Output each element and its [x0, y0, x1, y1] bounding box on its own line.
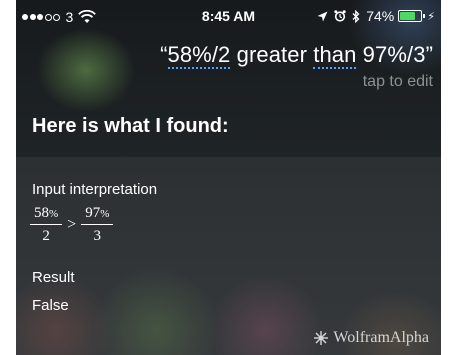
status-right: 74% ⚡: [317, 8, 435, 24]
siri-screen: 3 8:45 AM 74% ⚡ “58%/2 greater than 97%/…: [16, 0, 441, 355]
location-arrow-icon: [317, 11, 328, 21]
right-percent-sign: %: [100, 208, 110, 220]
left-numerator: 58: [34, 205, 49, 221]
bluetooth-icon: [352, 9, 360, 23]
input-interpretation-label: Input interpretation: [32, 181, 158, 198]
battery-fill: [400, 12, 416, 20]
query-word-greater: greater: [230, 42, 314, 67]
left-fraction: 58% 2: [30, 205, 63, 245]
wolfram-star-icon: [314, 331, 329, 345]
left-percent-sign: %: [49, 208, 59, 220]
right-fraction: 97% 3: [81, 205, 114, 245]
battery-percent: 74%: [366, 8, 395, 24]
result-value: False: [32, 297, 69, 314]
query-word-fraction-left: 58%/2: [167, 42, 231, 69]
wolframalpha-logo[interactable]: WolframAlpha: [313, 329, 429, 347]
siri-query[interactable]: “58%/2 greater than 97%/3”: [160, 42, 433, 69]
query-open-quote: “: [160, 42, 168, 67]
query-word-fraction-right: 97%/3: [356, 42, 426, 67]
right-denominator: 3: [93, 228, 102, 244]
charging-icon: ⚡: [427, 10, 435, 23]
tap-to-edit-link[interactable]: tap to edit: [363, 73, 433, 91]
comparison-operator: >: [67, 216, 77, 233]
right-numerator: 97: [85, 205, 101, 221]
results-heading: Here is what I found:: [32, 115, 229, 137]
result-label: Result: [32, 269, 75, 286]
input-interpretation-expression: 58% 2 > 97% 3: [30, 205, 114, 245]
battery-icon: [398, 10, 426, 22]
status-bar: 3 8:45 AM 74% ⚡: [16, 0, 441, 32]
query-word-than: than: [313, 42, 357, 69]
left-denominator: 2: [42, 228, 50, 244]
query-close-quote: ”: [425, 42, 433, 67]
wolframalpha-name: WolframAlpha: [333, 329, 429, 346]
alarm-icon: [334, 10, 346, 22]
wolfram-result-card[interactable]: Input interpretation 58% 2 > 97% 3 Resul…: [16, 157, 441, 355]
